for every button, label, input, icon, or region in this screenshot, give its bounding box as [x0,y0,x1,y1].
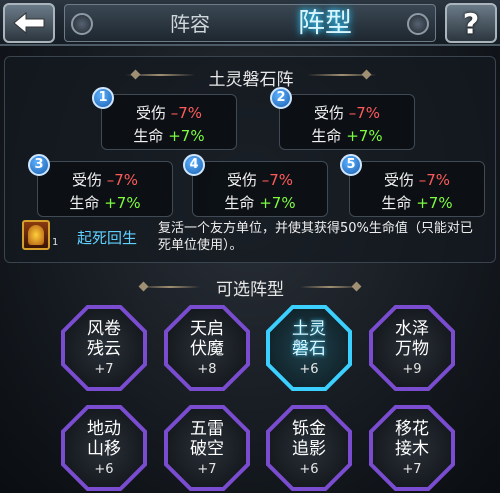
revive-skill-icon[interactable] [22,220,50,250]
hp-stat: 生命 +7% [133,127,205,145]
formation-option-name-1: 移花 [395,419,429,439]
skill-description: 复活一个友方单位，并使其获得50%生命值（只能对已死单位使用）。 [158,221,473,253]
formation-option-level: +9 [402,362,422,377]
formation-option-name-2: 追影 [292,439,326,459]
formation-option-didong[interactable]: 地动 山移 +6 [61,405,147,491]
hp-stat: 生命 +7% [224,194,296,212]
formation-option-level: +8 [197,362,217,377]
skill-level: 1 [52,237,59,248]
skill-glyph [28,225,44,245]
formation-slot-3: 3 受伤 –7% 生命 +7% [28,154,173,217]
tab-lineup[interactable]: 阵容 [145,5,235,43]
formation-option-name-2: 磐石 [292,339,326,359]
formation-name: 土灵磐石阵 [208,70,294,90]
formation-option-level: +6 [94,462,114,477]
formation-option-name-1: 五雷 [190,419,224,439]
top-bar: 阵容 阵型 ? [0,0,500,46]
damage-taken-stat: 受伤 –7% [135,104,203,122]
available-formations-title: 可选阵型 [216,280,284,300]
formation-option-level: +6 [299,362,319,377]
formation-option-tianqi[interactable]: 天启 伏魔 +8 [164,305,250,391]
hp-stat: 生命 +7% [69,194,141,212]
formation-option-tuling[interactable]: 土灵 磐石 +6 [266,305,352,391]
formation-screen: 阵容 阵型 ? 土灵磐石阵 1 受伤 –7% 生命 +7% 2 受伤 –7% 生… [0,0,500,493]
formation-option-name-2: 伏魔 [190,339,224,359]
formation-option-shuojin[interactable]: 铄金 追影 +6 [266,405,352,491]
back-arrow-icon [13,11,45,35]
ornament-icon [71,13,93,35]
formation-option-name-1: 地动 [87,419,121,439]
formation-option-level: +7 [197,462,217,477]
formation-option-name-1: 土灵 [292,319,326,339]
formation-option-name-2: 山移 [87,439,121,459]
formation-option-name-2: 接木 [395,439,429,459]
damage-taken-stat: 受伤 –7% [226,171,294,189]
skill-name: 起死回生 [77,229,138,247]
formation-option-level: +7 [94,362,114,377]
formation-slot-2: 2 受伤 –7% 生命 +7% [270,87,415,150]
formation-option-level: +7 [402,462,422,477]
ornament-icon [407,13,429,35]
formation-option-name-2: 破空 [190,439,224,459]
formation-option-name-1: 天启 [190,319,224,339]
formation-option-level: +6 [299,462,319,477]
damage-taken-stat: 受伤 –7% [71,171,139,189]
formation-option-name-1: 水泽 [395,319,429,339]
formation-option-yihua[interactable]: 移花 接木 +7 [369,405,455,491]
tab-bar: 阵容 阵型 [64,4,436,42]
formation-option-name-1: 铄金 [292,419,326,439]
help-button[interactable]: ? [445,3,497,43]
formation-slot-5: 5 受伤 –7% 生命 +7% [340,154,485,217]
back-button[interactable] [3,3,55,43]
damage-taken-stat: 受伤 –7% [313,104,381,122]
damage-taken-stat: 受伤 –7% [383,171,451,189]
formation-slot-4: 4 受伤 –7% 生命 +7% [183,154,328,217]
formation-option-wulei[interactable]: 五雷 破空 +7 [164,405,250,491]
hp-stat: 生命 +7% [381,194,453,212]
formation-option-name-2: 万物 [395,339,429,359]
formation-slot-1: 1 受伤 –7% 生命 +7% [92,87,237,150]
formation-option-fengjuan[interactable]: 风卷 残云 +7 [61,305,147,391]
formation-option-shuize[interactable]: 水泽 万物 +9 [369,305,455,391]
hp-stat: 生命 +7% [311,127,383,145]
formation-option-name-2: 残云 [87,339,121,359]
tab-formation[interactable]: 阵型 [265,5,385,43]
formation-option-name-1: 风卷 [87,319,121,339]
